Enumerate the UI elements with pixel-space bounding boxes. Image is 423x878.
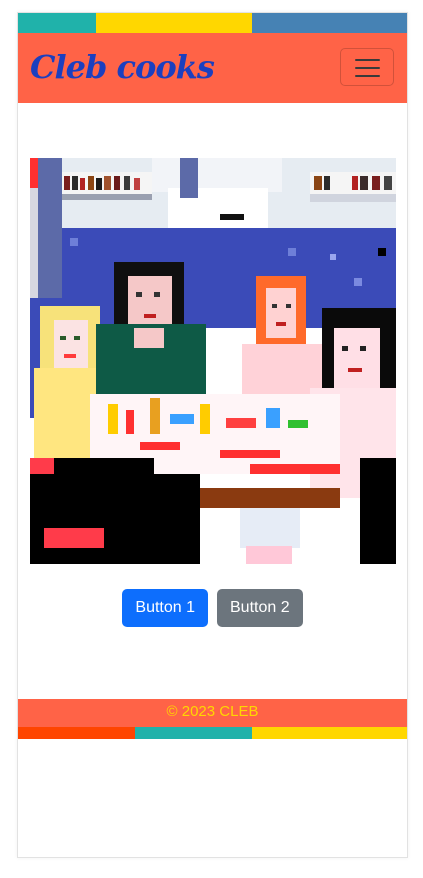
button-row: Button 1 Button 2	[18, 589, 407, 627]
brand-logo[interactable]: Cleb cooks	[30, 47, 215, 87]
bottom-color-stripe	[18, 727, 407, 739]
footer: © 2023 CLEB	[18, 699, 407, 727]
menu-toggle-button[interactable]	[340, 48, 394, 86]
navbar: Cleb cooks	[18, 33, 407, 103]
footer-copyright: © 2023 CLEB	[166, 703, 259, 720]
top-color-stripe	[18, 13, 407, 33]
pixel-art-dinner-party-image	[30, 158, 396, 564]
page-card: Cleb cooks Button 1 Button 2 © 2023 CLEB	[17, 12, 408, 858]
button-2[interactable]: Button 2	[217, 589, 303, 627]
hero-image	[30, 158, 396, 564]
button-1[interactable]: Button 1	[122, 589, 208, 627]
hamburger-menu-icon	[355, 59, 380, 61]
